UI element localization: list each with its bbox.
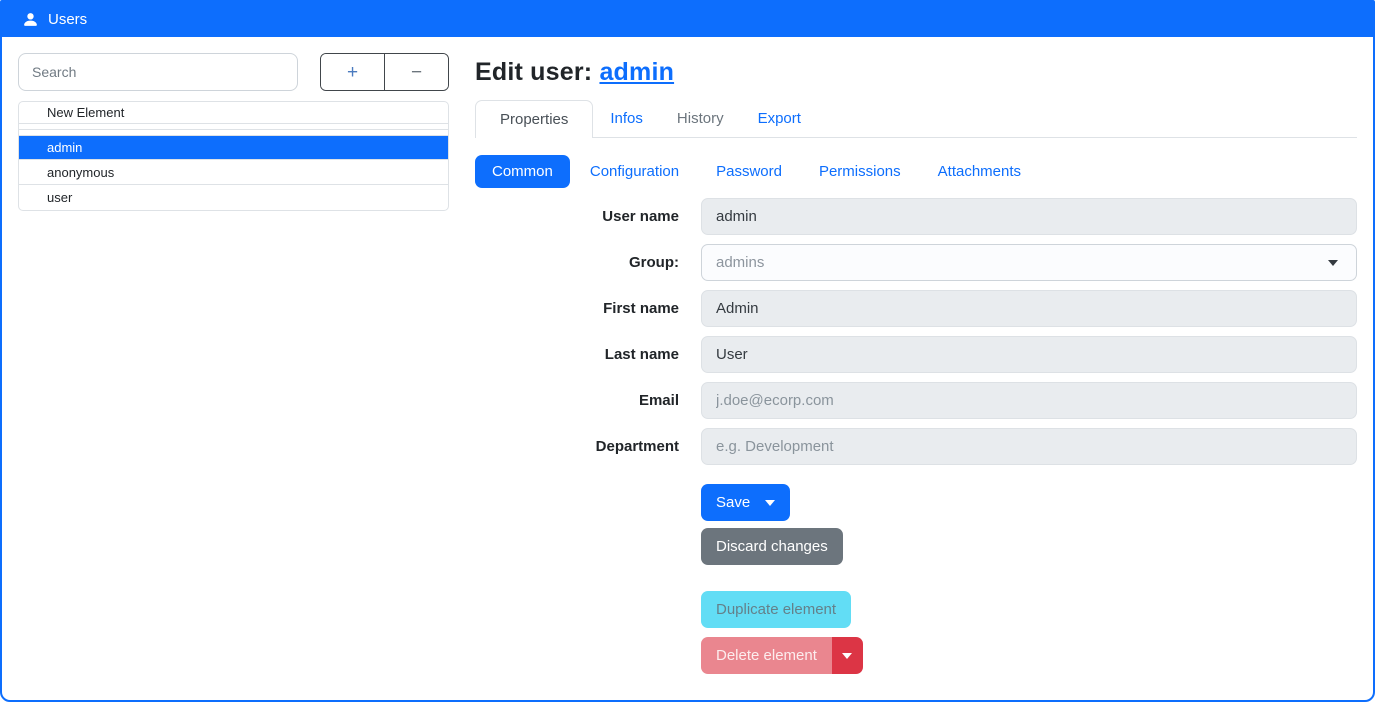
form-row: Department (475, 428, 1357, 465)
user-icon (22, 11, 39, 28)
chevron-down-icon (1328, 260, 1338, 266)
list-item-new-element[interactable]: New Element (19, 102, 448, 124)
content-area: + − New Element admin anonymous user Edi… (2, 37, 1373, 674)
form-row: Email (475, 382, 1357, 419)
main-panel: Edit user: admin Properties Infos Histor… (449, 53, 1357, 674)
chevron-down-icon (842, 653, 852, 659)
group-select[interactable]: admins (701, 244, 1357, 281)
user-form: User name Group: admins First name Last … (475, 198, 1357, 674)
pill-common[interactable]: Common (475, 155, 570, 188)
username-field[interactable] (701, 198, 1357, 235)
lastname-label: Last name (475, 346, 701, 363)
form-row: Last name (475, 336, 1357, 373)
department-label: Department (475, 438, 701, 455)
pill-password[interactable]: Password (699, 155, 799, 188)
add-remove-button-group: + − (320, 53, 449, 91)
remove-element-button[interactable]: − (385, 54, 448, 90)
sidebar: + − New Element admin anonymous user (18, 53, 449, 674)
chevron-down-icon (765, 500, 775, 506)
duplicate-element-button[interactable]: Duplicate element (701, 591, 851, 628)
lastname-field[interactable] (701, 336, 1357, 373)
app-titlebar: Users (2, 2, 1373, 37)
delete-button-group: Delete element (701, 637, 863, 674)
sidebar-toolbar: + − (18, 53, 449, 91)
edited-user-link[interactable]: admin (599, 58, 674, 86)
group-label: Group: (475, 254, 701, 271)
page-title-prefix: Edit user: (475, 58, 599, 86)
tab-export[interactable]: Export (741, 100, 818, 137)
form-row: User name (475, 198, 1357, 235)
page-title: Edit user: admin (475, 58, 1357, 87)
pill-permissions[interactable]: Permissions (802, 155, 918, 188)
firstname-label: First name (475, 300, 701, 317)
firstname-field[interactable] (701, 290, 1357, 327)
username-label: User name (475, 208, 701, 225)
form-row: First name (475, 290, 1357, 327)
tab-bar: Properties Infos History Export (475, 100, 1357, 138)
element-list: New Element admin anonymous user (18, 101, 449, 211)
tab-infos[interactable]: Infos (593, 100, 660, 137)
discard-changes-button[interactable]: Discard changes (701, 528, 843, 565)
add-element-button[interactable]: + (321, 54, 385, 90)
list-item-anonymous[interactable]: anonymous (19, 160, 448, 185)
pill-bar: Common Configuration Password Permission… (475, 155, 1357, 188)
app-window: Users + − New Element admin anonymous us… (0, 0, 1375, 702)
list-item-admin[interactable]: admin (19, 136, 448, 160)
pill-attachments[interactable]: Attachments (921, 155, 1038, 188)
form-actions: Save Discard changes Duplicate element D… (475, 474, 1357, 674)
department-field[interactable] (701, 428, 1357, 465)
tab-history[interactable]: History (660, 100, 741, 137)
save-button[interactable]: Save (701, 484, 790, 521)
group-select-value: admins (716, 254, 764, 271)
delete-dropdown-toggle[interactable] (832, 637, 863, 674)
form-row: Group: admins (475, 244, 1357, 281)
tab-properties[interactable]: Properties (475, 100, 593, 138)
app-title: Users (48, 11, 87, 28)
email-label: Email (475, 392, 701, 409)
search-input[interactable] (18, 53, 298, 91)
email-field[interactable] (701, 382, 1357, 419)
list-item-user[interactable]: user (19, 185, 448, 210)
pill-configuration[interactable]: Configuration (573, 155, 696, 188)
save-button-label: Save (716, 494, 750, 511)
delete-element-button[interactable]: Delete element (701, 637, 832, 674)
